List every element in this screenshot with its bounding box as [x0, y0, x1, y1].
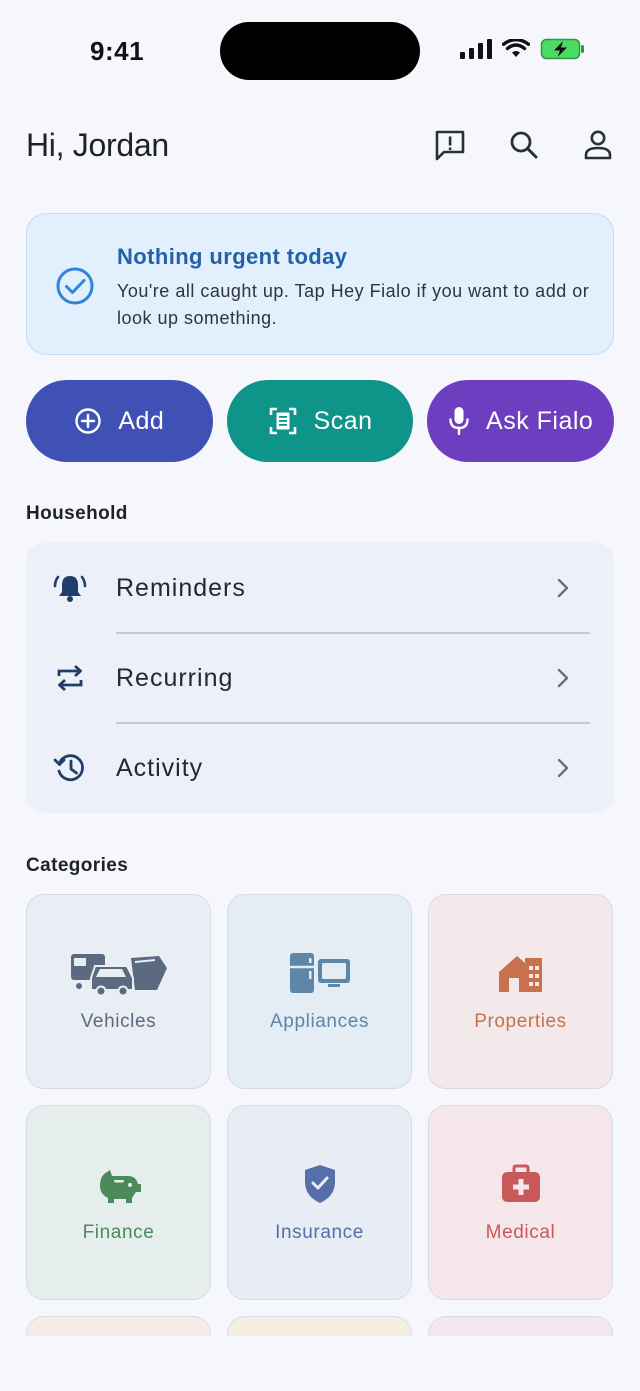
household-item-activity[interactable]: Activity: [26, 723, 614, 813]
alert-title: Nothing urgent today: [117, 244, 348, 269]
feedback-button[interactable]: [432, 127, 468, 163]
chevron-right-icon: [557, 578, 569, 598]
person-icon: [584, 130, 612, 160]
profile-button[interactable]: [580, 127, 616, 163]
search-button[interactable]: [506, 127, 542, 163]
category-label: Insurance: [275, 1222, 364, 1243]
category-label: Medical: [485, 1222, 556, 1243]
category-label: Appliances: [270, 1011, 369, 1032]
repeat-icon: [52, 660, 88, 696]
scan-button-label: Scan: [313, 406, 373, 435]
appliances-icon: [228, 943, 411, 1003]
bell-ring-icon: [52, 570, 88, 606]
wifi-icon: [502, 39, 530, 57]
category-tile-appliances[interactable]: Appliances: [227, 894, 412, 1089]
household-item-recurring[interactable]: Recurring: [26, 633, 614, 723]
vehicles-icon: [27, 943, 210, 1003]
category-label: Vehicles: [80, 1011, 157, 1032]
category-tile-medical[interactable]: Medical: [428, 1105, 613, 1300]
piggy-bank-icon: [27, 1154, 210, 1214]
category-tile-partial[interactable]: [428, 1316, 613, 1336]
ask-fialo-button[interactable]: Ask Fialo: [427, 380, 615, 462]
search-icon: [510, 131, 538, 159]
status-bar: 9:41: [0, 0, 640, 100]
category-tile-properties[interactable]: Properties: [428, 894, 613, 1089]
greeting-title: Hi, Jordan: [26, 126, 169, 163]
household-item-reminders[interactable]: Reminders: [26, 543, 614, 633]
first-aid-icon: [429, 1154, 612, 1214]
category-label: Properties: [474, 1011, 567, 1032]
household-list: Reminders Recurring Activity: [26, 543, 614, 813]
household-item-label: Recurring: [116, 663, 234, 692]
quick-actions: Add Scan Ask Fialo: [26, 380, 615, 462]
status-alert-card: Nothing urgent today You're all caught u…: [26, 213, 614, 355]
dynamic-island: [220, 22, 420, 80]
status-time: 9:41: [90, 36, 145, 66]
history-icon: [52, 750, 88, 786]
category-label: Finance: [82, 1222, 155, 1243]
chevron-right-icon: [557, 758, 569, 778]
chevron-right-icon: [557, 668, 569, 688]
household-section-title: Household: [26, 503, 128, 524]
check-circle-icon: [55, 266, 95, 311]
battery-charging-icon: [540, 38, 584, 60]
document-scan-icon: [269, 407, 296, 435]
household-item-label: Activity: [116, 753, 204, 782]
cellular-signal-icon: [460, 39, 492, 59]
microphone-icon: [449, 407, 469, 436]
feedback-icon: [435, 130, 465, 161]
categories-section-title: Categories: [26, 855, 129, 876]
add-button-label: Add: [118, 406, 165, 435]
ask-fialo-button-label: Ask Fialo: [486, 406, 594, 435]
add-circle-icon: [75, 408, 102, 434]
add-button[interactable]: Add: [26, 380, 213, 462]
status-icons: [460, 38, 586, 60]
alert-body: You're all caught up. Tap Hey Fialo if y…: [117, 281, 590, 328]
category-tile-partial[interactable]: [227, 1316, 412, 1336]
category-tile-finance[interactable]: Finance: [26, 1105, 211, 1300]
category-tile-vehicles[interactable]: Vehicles: [26, 894, 211, 1089]
scan-button[interactable]: Scan: [226, 380, 414, 462]
shield-check-icon: [228, 1154, 411, 1214]
category-tile-partial[interactable]: [26, 1316, 211, 1336]
header: Hi, Jordan: [26, 120, 614, 170]
category-tile-insurance[interactable]: Insurance: [227, 1105, 412, 1300]
household-item-label: Reminders: [116, 573, 246, 602]
house-icon: [429, 943, 612, 1003]
